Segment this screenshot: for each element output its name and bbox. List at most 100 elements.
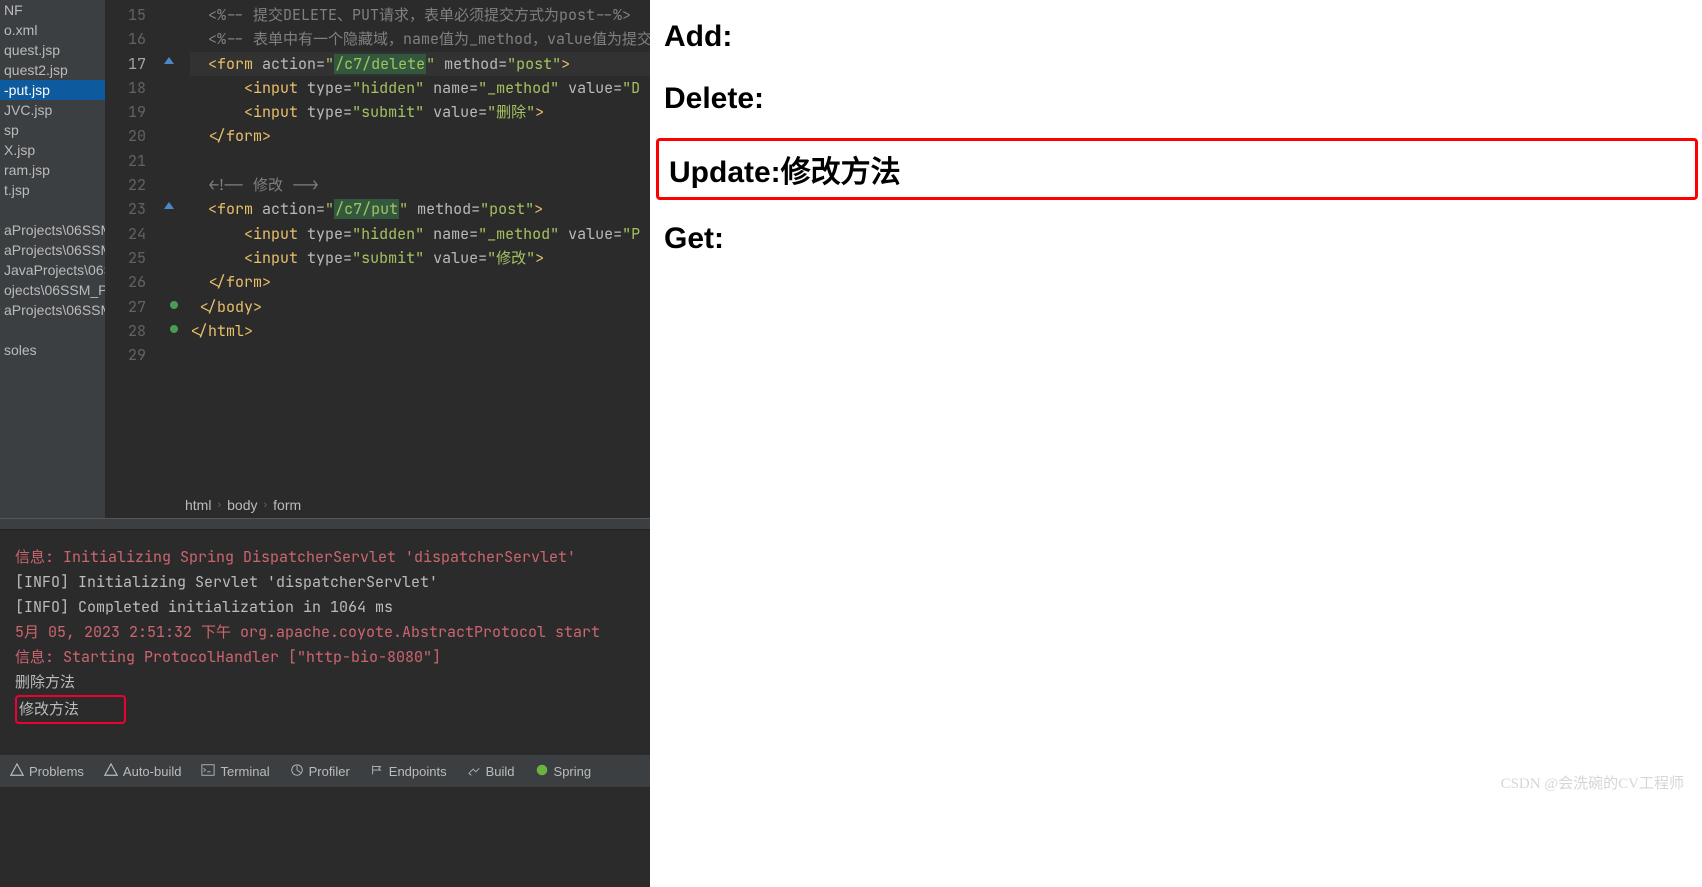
ide-pane: NFo.xmlquest.jspquest2.jsp-put.jspJVC.js…: [0, 0, 650, 887]
terminal-icon: [201, 763, 215, 780]
code-line[interactable]: <input type="submit" value="修改">: [190, 246, 650, 270]
toolwindow-label: Problems: [29, 764, 84, 779]
toolwindow-label: Spring: [554, 764, 592, 779]
warning-icon: [10, 763, 24, 780]
code-line[interactable]: [190, 343, 650, 367]
line-number: 16: [105, 27, 146, 51]
sidebar-file-item[interactable]: o.xml: [0, 20, 105, 40]
sidebar-path-item[interactable]: aProjects\06SSM: [0, 240, 105, 260]
toolwindow-tab-build[interactable]: Build: [467, 763, 515, 780]
line-number: 20: [105, 124, 146, 148]
console-output[interactable]: 信息: Initializing Spring DispatcherServle…: [0, 545, 650, 740]
browser-pane: Add:Delete:Update:修改方法Get: CSDN @会洗碗的CV工…: [650, 0, 1702, 887]
code-line[interactable]: <input type="submit" value="删除">: [190, 100, 650, 124]
toolwindow-label: Build: [486, 764, 515, 779]
toolwindow-tab-problems[interactable]: Problems: [10, 763, 84, 780]
sidebar-path-item[interactable]: aProjects\06SSM: [0, 300, 105, 320]
fold-dot-icon[interactable]: [170, 301, 178, 309]
console-line: 信息: Starting ProtocolHandler ["http-bio-…: [15, 645, 650, 670]
code-line[interactable]: </body>: [190, 295, 650, 319]
toolwindow-tab-profiler[interactable]: Profiler: [290, 763, 350, 780]
breadcrumb-item[interactable]: html: [185, 497, 211, 513]
line-number: 23: [105, 197, 146, 221]
console-line: 5月 05, 2023 2:51:32 下午 org.apache.coyote…: [15, 620, 650, 645]
line-number: 24: [105, 222, 146, 246]
sidebar-file-item[interactable]: NF: [0, 0, 105, 20]
sidebar-path-item[interactable]: aProjects\06SSM: [0, 220, 105, 240]
line-gutter: 151617181920212223242526272829: [105, 0, 160, 480]
gutter-marks: [160, 0, 190, 480]
sidebar-file-item[interactable]: quest.jsp: [0, 40, 105, 60]
code-line[interactable]: <%-- 提交DELETE、PUT请求，表单必须提交方式为post--%>: [190, 3, 650, 27]
line-number: 19: [105, 100, 146, 124]
line-number: 27: [105, 295, 146, 319]
browser-content: Add:Delete:Update:修改方法Get:: [650, 0, 1702, 276]
code-line[interactable]: </html>: [190, 319, 650, 343]
toolwindow-label: Endpoints: [389, 764, 447, 779]
chevron-right-icon: ›: [217, 499, 221, 511]
breadcrumb-item[interactable]: form: [273, 497, 301, 513]
code-line[interactable]: <input type="hidden" name="_method" valu…: [190, 222, 650, 246]
spring-icon: [535, 763, 549, 780]
result-text: Delete:: [654, 76, 1698, 122]
gutter-nav-icon[interactable]: [164, 202, 174, 209]
line-number: 22: [105, 173, 146, 197]
gutter-nav-icon[interactable]: [164, 57, 174, 64]
line-number: 18: [105, 76, 146, 100]
code-line[interactable]: <input type="hidden" name="_method" valu…: [190, 76, 650, 100]
sidebar-consoles[interactable]: soles: [0, 340, 105, 360]
line-number: 17: [105, 52, 146, 76]
sidebar-file-item[interactable]: JVC.jsp: [0, 100, 105, 120]
code-line[interactable]: <form action="/c7/put" method="post">: [190, 197, 650, 221]
code-line[interactable]: <form action="/c7/delete" method="post">: [190, 52, 650, 76]
line-number: 25: [105, 246, 146, 270]
sidebar-file-item[interactable]: ram.jsp: [0, 160, 105, 180]
watermark: CSDN @会洗碗的CV工程师: [1501, 772, 1684, 793]
sidebar-file-item[interactable]: quest2.jsp: [0, 60, 105, 80]
line-number: 26: [105, 270, 146, 294]
toolwindow-label: Profiler: [309, 764, 350, 779]
profiler-icon: [290, 763, 304, 780]
breadcrumb-item[interactable]: body: [227, 497, 257, 513]
console-line: 修改方法: [15, 695, 650, 724]
result-text: Update:修改方法: [659, 141, 1695, 197]
warning-icon: [104, 763, 118, 780]
console-line: [INFO] Completed initialization in 1064 …: [15, 595, 650, 620]
tool-window-bar[interactable]: Problems Auto-build Terminal Profiler Endpoi…: [0, 755, 650, 787]
build-icon: [467, 763, 481, 780]
toolwindow-label: Auto-build: [123, 764, 182, 779]
toolwindow-tab-auto-build[interactable]: Auto-build: [104, 763, 182, 780]
code-line[interactable]: </form>: [190, 124, 650, 148]
sidebar-file-item[interactable]: -put.jsp: [0, 80, 105, 100]
console-highlight-box: 修改方法: [15, 695, 126, 724]
sidebar-file-item[interactable]: X.jsp: [0, 140, 105, 160]
line-number: 29: [105, 343, 146, 367]
toolwindow-tab-terminal[interactable]: Terminal: [201, 763, 269, 780]
chevron-right-icon: ›: [263, 499, 267, 511]
endpoints-icon: [370, 763, 384, 780]
fold-dot-icon[interactable]: [170, 325, 178, 333]
code-area[interactable]: <%-- 提交DELETE、PUT请求，表单必须提交方式为post--%> <%…: [190, 3, 650, 367]
code-line[interactable]: </form>: [190, 270, 650, 294]
sidebar-path-item[interactable]: JavaProjects\06SS: [0, 260, 105, 280]
sidebar-file-item[interactable]: t.jsp: [0, 180, 105, 200]
project-sidebar[interactable]: NFo.xmlquest.jspquest2.jsp-put.jspJVC.js…: [0, 0, 105, 520]
console-line: [INFO] Initializing Servlet 'dispatcherS…: [15, 570, 650, 595]
line-number: 28: [105, 319, 146, 343]
result-text: Get:: [654, 216, 1698, 262]
result-highlight-box: Update:修改方法: [656, 138, 1698, 200]
code-line[interactable]: <!-- 修改 -->: [190, 173, 650, 197]
toolwindow-tab-spring[interactable]: Spring: [535, 763, 592, 780]
console-line: 删除方法: [15, 670, 650, 695]
toolwindow-tab-endpoints[interactable]: Endpoints: [370, 763, 447, 780]
sidebar-path-item[interactable]: ojects\06SSM_Pr: [0, 280, 105, 300]
console-line: 信息: Initializing Spring DispatcherServle…: [15, 545, 650, 570]
code-editor[interactable]: 151617181920212223242526272829 <%-- 提交DE…: [105, 0, 650, 480]
splitter[interactable]: [0, 518, 650, 530]
toolwindow-label: Terminal: [220, 764, 269, 779]
code-line[interactable]: <%-- 表单中有一个隐藏域，name值为_method，value值为提交: [190, 27, 650, 51]
breadcrumb[interactable]: html › body › form: [105, 490, 301, 520]
line-number: 15: [105, 3, 146, 27]
code-line[interactable]: [190, 149, 650, 173]
sidebar-file-item[interactable]: sp: [0, 120, 105, 140]
